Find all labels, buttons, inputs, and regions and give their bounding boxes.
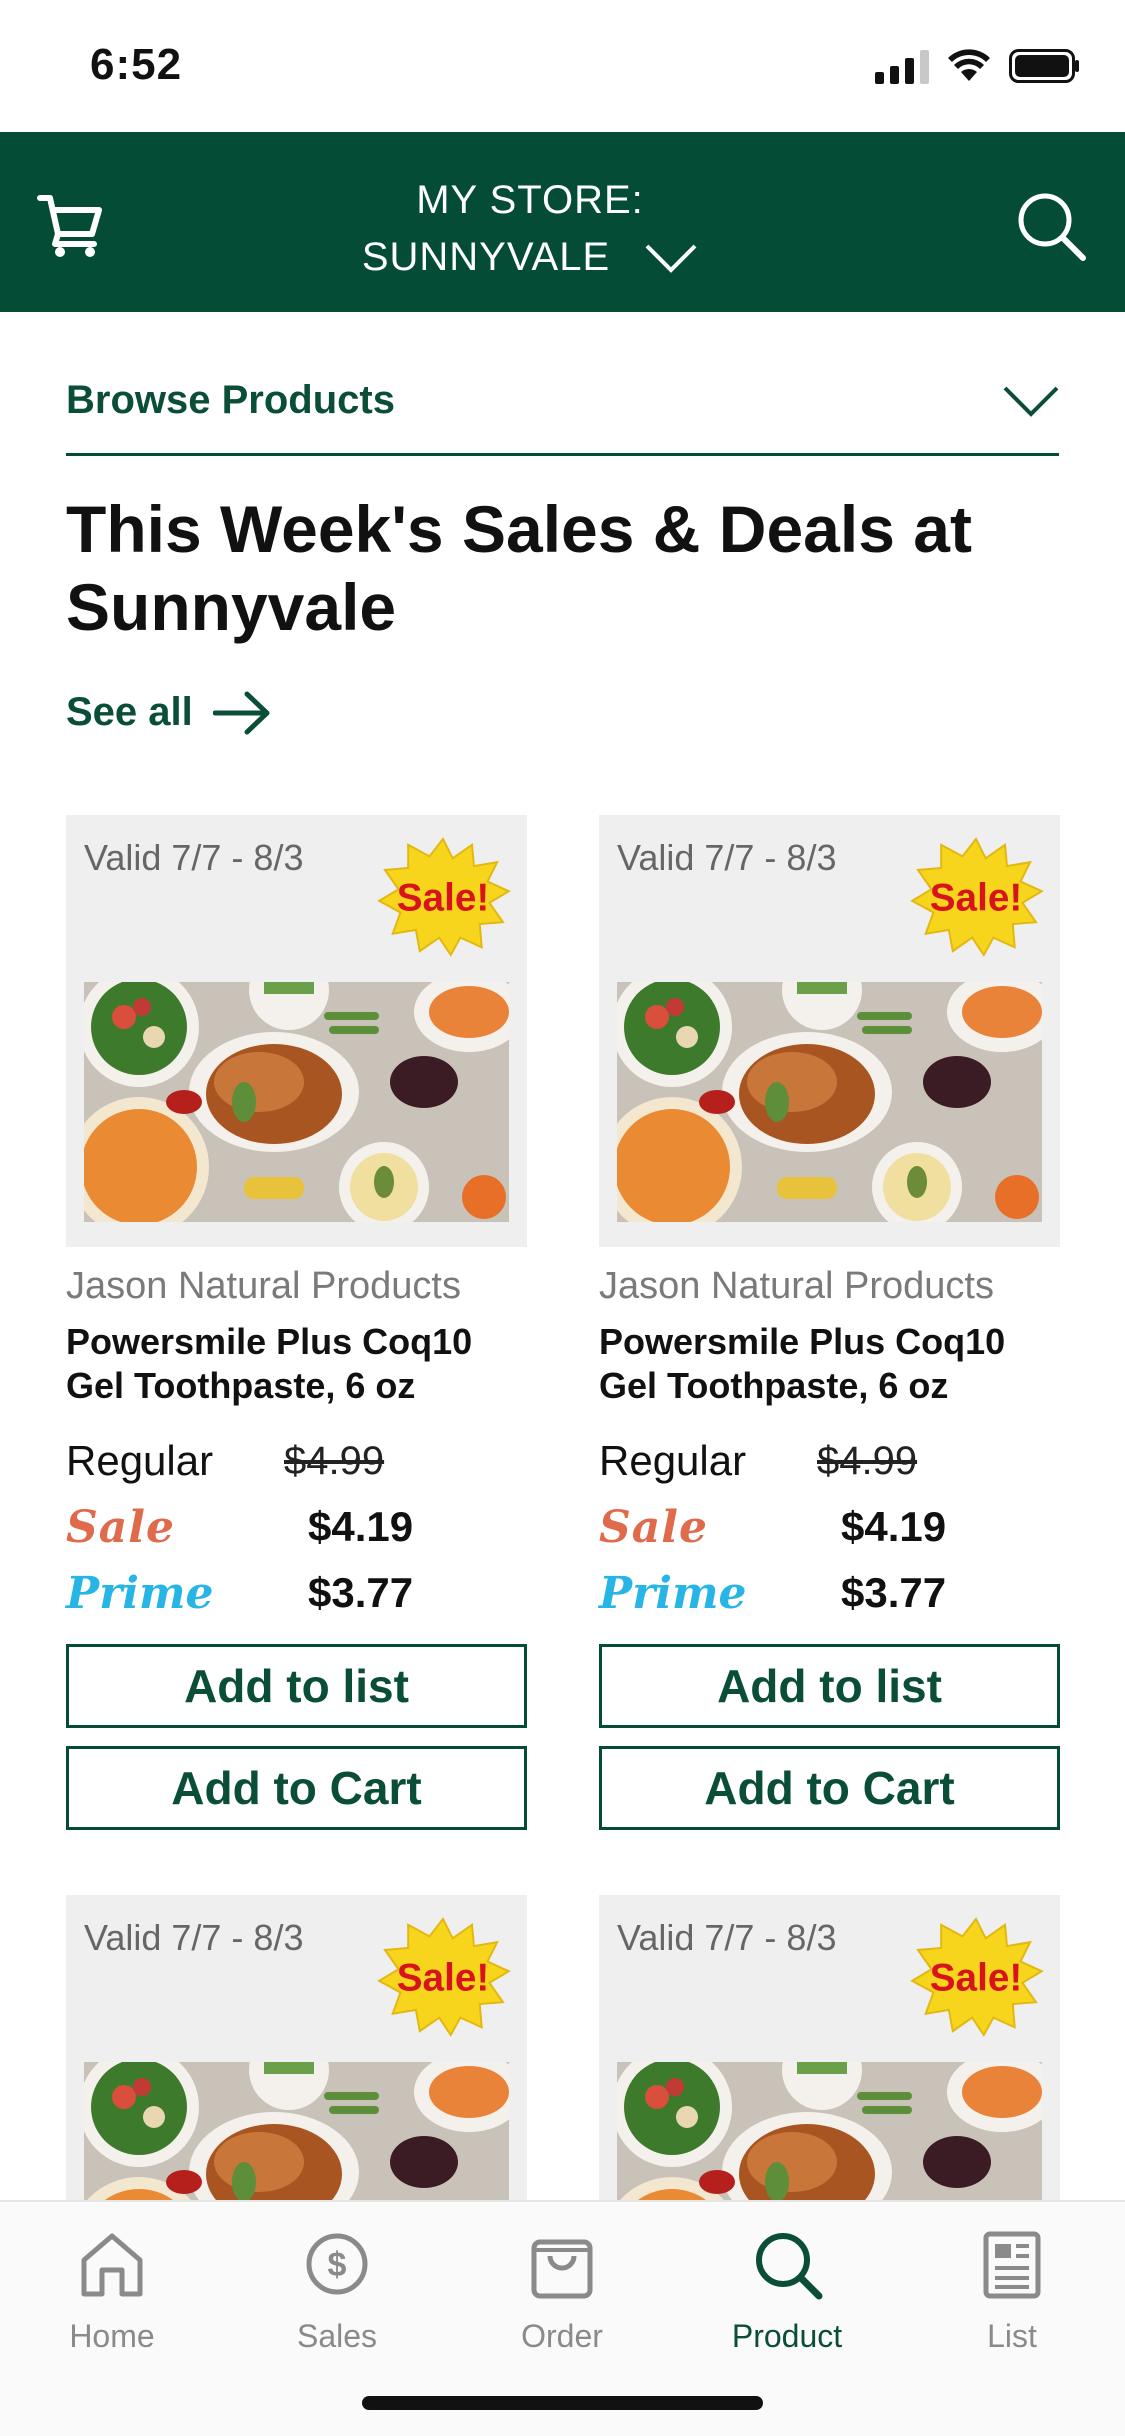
product-photo: [617, 982, 1042, 1222]
prime-price: $3.77: [308, 1569, 414, 1616]
product-brand: Jason Natural Products: [599, 1265, 994, 1307]
product-card[interactable]: Valid 7/7 - 8/3 Sale! Jason Natural Prod…: [66, 815, 527, 1830]
tab-order-label: Order: [521, 2318, 603, 2354]
tab-list[interactable]: List: [922, 2226, 1102, 2355]
product-card[interactable]: Valid 7/7 - 8/3 Sale! Jason Natural Prod…: [599, 815, 1060, 1830]
cart-icon[interactable]: [36, 190, 106, 260]
add-to-list-button[interactable]: Add to list: [599, 1644, 1060, 1728]
sale-price: $4.19: [308, 1503, 414, 1550]
arrow-right-icon: [212, 691, 270, 734]
sale-badge-text: Sale!: [930, 877, 1022, 920]
add-to-cart-button[interactable]: Add to Cart: [66, 1746, 527, 1830]
tab-product-label: Product: [731, 2318, 843, 2354]
search-icon[interactable]: [1015, 190, 1087, 262]
add-to-cart-button[interactable]: Add to Cart: [599, 1746, 1060, 1830]
prime-price: $3.77: [841, 1569, 947, 1616]
status-bar: 6:52: [0, 0, 1125, 132]
valid-dates: Valid 7/7 - 8/3: [84, 1917, 304, 1958]
product-name-line2: Gel Toothpaste, 6 oz: [66, 1365, 416, 1406]
chevron-down-icon: [645, 244, 697, 273]
product-name-line2: Gel Toothpaste, 6 oz: [599, 1365, 949, 1406]
tab-order[interactable]: Order: [472, 2226, 652, 2355]
see-all-link[interactable]: See all: [66, 690, 271, 735]
tab-list-label: List: [987, 2318, 1037, 2354]
sale-badge-text: Sale!: [397, 877, 489, 920]
prime-price-row: Prime $3.77: [599, 1560, 1060, 1626]
regular-price-row: Regular $4.99: [66, 1428, 527, 1494]
sale-price: $4.19: [841, 1503, 947, 1550]
add-to-list-button[interactable]: Add to list: [66, 1644, 527, 1728]
sale-label: Sale: [599, 1501, 708, 1553]
dollar-coin-icon: $: [306, 2233, 368, 2295]
product-name-line1: Powersmile Plus Coq10: [66, 1321, 473, 1362]
tab-home-label: Home: [69, 2318, 155, 2354]
browse-products-dropdown[interactable]: Browse Products: [66, 370, 1059, 456]
home-indicator: [362, 2396, 763, 2410]
product-image-area: Valid 7/7 - 8/3 Sale!: [599, 815, 1060, 1247]
tab-sales[interactable]: $ Sales: [247, 2226, 427, 2355]
valid-dates: Valid 7/7 - 8/3: [84, 837, 304, 878]
chevron-down-icon: [1003, 386, 1059, 417]
sale-label: Sale: [66, 1501, 175, 1553]
sale-badge-icon: Sale!: [911, 837, 1043, 957]
list-document-icon: [983, 2231, 1041, 2299]
regular-label: Regular: [66, 1437, 214, 1484]
product-name: Powersmile Plus Coq10 Gel Toothpaste, 6 …: [599, 1320, 1060, 1408]
shopping-bag-icon: [531, 2239, 593, 2299]
product-photo: [84, 982, 509, 1222]
page-title: This Week's Sales & Deals at Sunnyvale: [66, 492, 972, 644]
sale-badge-text: Sale!: [930, 1957, 1022, 2000]
battery-icon: [1009, 49, 1079, 83]
sale-price-row: Sale $4.19: [66, 1494, 527, 1560]
product-name-line1: Powersmile Plus Coq10: [599, 1321, 1006, 1362]
search-icon: [756, 2233, 823, 2300]
product-image-area: Valid 7/7 - 8/3 Sale!: [66, 815, 527, 1247]
valid-dates: Valid 7/7 - 8/3: [617, 837, 837, 878]
sale-badge-icon: Sale!: [911, 1917, 1043, 2037]
product-name: Powersmile Plus Coq10 Gel Toothpaste, 6 …: [66, 1320, 527, 1408]
see-all-label: See all: [66, 690, 193, 734]
tab-product[interactable]: Product: [697, 2226, 877, 2355]
store-selector[interactable]: MY STORE: SUNNYVALE: [300, 172, 760, 286]
tab-home[interactable]: Home: [22, 2226, 202, 2355]
valid-dates: Valid 7/7 - 8/3: [617, 1917, 837, 1958]
regular-price: $4.99: [817, 1438, 918, 1483]
regular-label: Regular: [599, 1437, 747, 1484]
store-label: MY STORE:: [416, 178, 644, 222]
prime-price-row: Prime $3.77: [66, 1560, 527, 1626]
store-name: SUNNYVALE: [361, 235, 611, 279]
browse-products-label: Browse Products: [66, 378, 395, 422]
sale-badge-text: Sale!: [397, 1957, 489, 2000]
wifi-icon: [948, 49, 990, 81]
svg-text:$: $: [328, 2246, 347, 2284]
prime-label: Prime: [599, 1567, 747, 1619]
regular-price-row: Regular $4.99: [599, 1428, 1060, 1494]
home-icon: [81, 2233, 143, 2297]
sale-badge-icon: Sale!: [378, 837, 510, 957]
product-brand: Jason Natural Products: [66, 1265, 461, 1307]
status-icons: [875, 48, 1081, 84]
prime-label: Prime: [66, 1567, 214, 1619]
sale-price-row: Sale $4.19: [599, 1494, 1060, 1560]
app-header: MY STORE: SUNNYVALE: [0, 132, 1125, 312]
regular-price: $4.99: [284, 1438, 385, 1483]
cellular-signal-icon: [875, 48, 929, 84]
status-time: 6:52: [90, 40, 183, 89]
sale-badge-icon: Sale!: [378, 1917, 510, 2037]
tab-sales-label: Sales: [296, 2318, 378, 2354]
